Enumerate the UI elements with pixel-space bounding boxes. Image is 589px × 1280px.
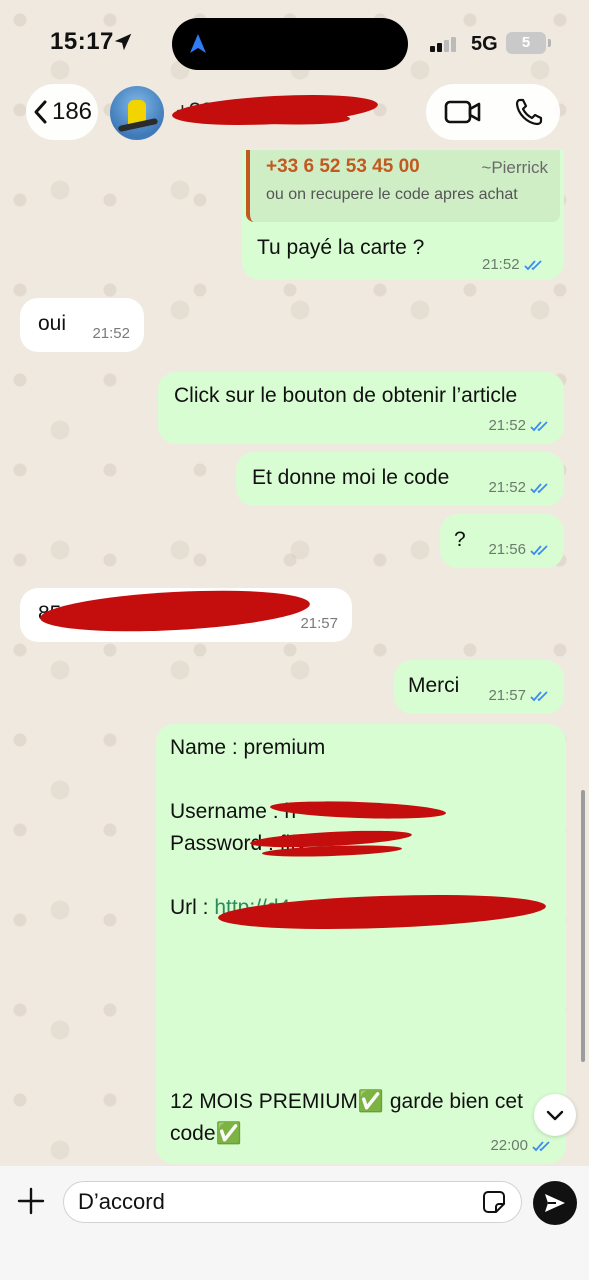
quoted-phone: +33 6 52 53 45 00 <box>266 156 420 177</box>
message-text: Click sur le bouton de obtenir l’article <box>174 384 518 407</box>
phone-icon[interactable] <box>514 97 544 127</box>
read-receipt-icon <box>530 483 548 494</box>
credential-name-line: Name : premium <box>170 736 326 759</box>
message-meta: 22:00 <box>490 1136 552 1156</box>
video-camera-icon[interactable] <box>444 98 482 126</box>
read-receipt-icon <box>530 691 548 702</box>
quoted-author: ~Pierrick <box>481 158 548 177</box>
contact-avatar[interactable] <box>110 86 164 140</box>
status-time: 15:17 <box>50 28 114 55</box>
message-text: Tu payé la carte ? <box>257 236 425 259</box>
message-input[interactable] <box>63 1181 522 1223</box>
message-meta: 21:52 <box>488 416 550 436</box>
signal-icon <box>430 34 458 52</box>
message-time: 21:57 <box>300 614 338 632</box>
send-arrow-icon <box>545 1194 565 1212</box>
credential-footer-line: code✅ <box>170 1122 242 1145</box>
scrollbar[interactable] <box>581 790 585 1062</box>
battery-icon: 5 <box>506 32 551 54</box>
message-meta: 21:52 <box>92 324 130 344</box>
message-text: ? <box>454 528 466 551</box>
message-text: Merci <box>408 674 460 697</box>
status-bar: 15:17 5G 5 <box>0 0 589 80</box>
message-text: Et donne moi le code <box>252 466 450 489</box>
message-meta: 21:56 <box>488 540 550 560</box>
message-bubble-outgoing[interactable]: Click sur le bouton de obtenir l’article… <box>158 372 564 444</box>
quoted-message[interactable]: +33 6 52 53 45 00 ~Pierrick ou on recupe… <box>246 150 560 222</box>
navigation-icon <box>190 34 206 53</box>
message-time: 21:52 <box>92 324 130 342</box>
message-time: 21:52 <box>488 478 526 496</box>
credential-username-line: Username : h <box>170 800 297 823</box>
message-time: 21:52 <box>488 416 526 434</box>
composer-bar <box>0 1166 589 1280</box>
message-meta: 21:52 <box>482 256 544 273</box>
scroll-down-button[interactable] <box>534 1094 576 1136</box>
message-time: 21:56 <box>488 540 526 558</box>
chevron-down-icon <box>546 1110 564 1121</box>
message-time: 22:00 <box>490 1136 528 1154</box>
back-button[interactable]: 186 <box>26 84 98 140</box>
location-arrow-icon <box>114 33 132 51</box>
message-meta: 21:52 <box>488 478 550 498</box>
message-meta: 21:57 <box>488 686 550 706</box>
message-bubble-outgoing[interactable]: ? 21:56 <box>440 514 564 568</box>
read-receipt-icon <box>523 259 542 270</box>
read-receipt-icon <box>530 545 548 556</box>
unread-count: 186 <box>51 98 93 125</box>
send-button[interactable] <box>533 1181 577 1225</box>
message-meta: 21:57 <box>300 614 338 634</box>
chevron-left-icon <box>34 100 47 124</box>
message-time: 21:52 <box>482 256 520 273</box>
plus-icon[interactable] <box>16 1186 46 1216</box>
network-type: 5G <box>471 33 498 55</box>
credential-footer-line: 12 MOIS PREMIUM✅ garde bien cet <box>170 1090 523 1113</box>
message-text: oui <box>38 312 67 335</box>
read-receipt-icon <box>530 421 548 432</box>
message-bubble-outgoing[interactable]: Et donne moi le code 21:52 <box>236 452 564 506</box>
read-receipt-icon <box>532 1141 550 1152</box>
message-bubble-outgoing[interactable]: Merci 21:57 <box>394 660 564 714</box>
dynamic-island <box>172 18 408 70</box>
message-bubble-incoming[interactable]: oui 21:52 <box>20 298 144 352</box>
call-actions <box>426 84 560 140</box>
quoted-text: ou on recupere le code apres achat <box>266 186 518 203</box>
message-bubble-outgoing[interactable]: Name : premium Username : h Password : f… <box>156 724 566 1164</box>
message-time: 21:57 <box>488 686 526 704</box>
url-label: Url : <box>170 896 215 919</box>
sticker-icon[interactable] <box>482 1190 506 1214</box>
